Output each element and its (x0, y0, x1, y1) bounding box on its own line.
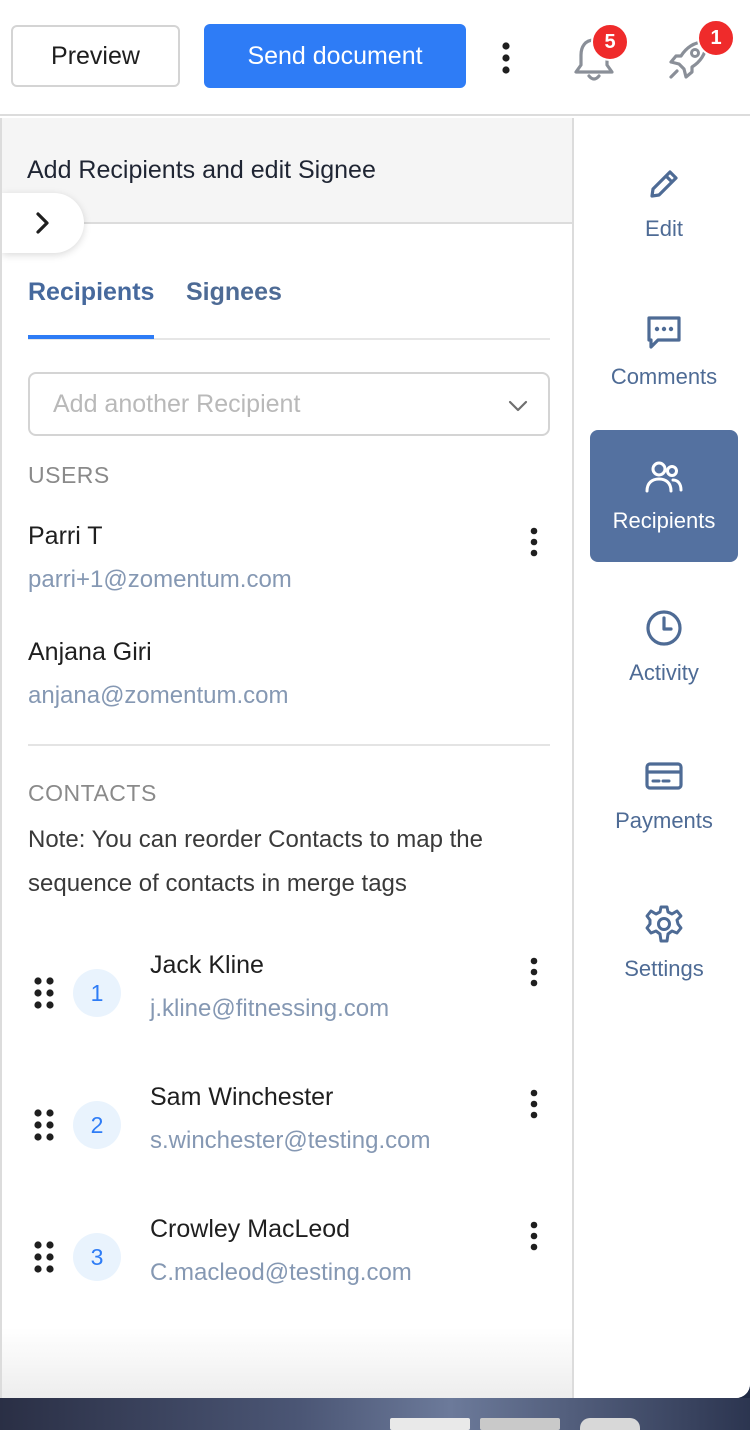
tab-signees[interactable]: Signees (186, 278, 282, 307)
expand-panel-button[interactable] (2, 193, 84, 253)
panel-header: Add Recipients and edit Signee (2, 118, 572, 224)
tab-recipients[interactable]: Recipients (28, 278, 154, 307)
window-thumbnail (390, 1418, 470, 1430)
pencil-icon (650, 170, 678, 198)
user-email: anjana@zomentum.com (28, 682, 289, 709)
chevron-right-icon (36, 212, 49, 234)
contact-name: Crowley MacLeod (150, 1215, 351, 1243)
nav-item-payments[interactable]: Payments (590, 730, 738, 862)
contact-name: Jack Kline (150, 951, 264, 979)
contact-options-icon[interactable] (524, 1087, 544, 1121)
nav-label: Activity (629, 660, 699, 685)
add-recipient-placeholder: Add another Recipient (53, 389, 301, 418)
contact-email: s.winchester@testing.com (150, 1127, 431, 1154)
users-heading: USERS (28, 462, 110, 488)
nav-label: Recipients (612, 508, 716, 533)
recipients-panel: Add Recipients and edit Signee Recipient… (0, 118, 574, 1398)
recipient-tabs: Recipients Signees (28, 278, 550, 340)
more-options-icon[interactable] (491, 38, 521, 78)
nav-item-activity[interactable]: Activity (590, 582, 738, 714)
contact-order-badge: 1 (73, 969, 121, 1017)
chevron-down-icon (508, 400, 528, 412)
active-tab-indicator (28, 335, 154, 339)
nav-item-settings[interactable]: Settings (590, 878, 738, 1010)
section-divider (28, 744, 550, 746)
contact-row[interactable]: 1 Jack Kline j.kline@fitnessing.com (2, 938, 572, 1048)
card-icon (645, 762, 683, 790)
drag-handle-icon[interactable] (32, 1107, 56, 1143)
contact-name: Sam Winchester (150, 1083, 334, 1111)
nav-item-comments[interactable]: Comments (590, 286, 738, 418)
contacts-note: Note: You can reorder Contacts to map th… (28, 826, 483, 897)
drag-handle-icon[interactable] (32, 975, 56, 1011)
user-name: Anjana Giri (28, 638, 152, 666)
preview-button[interactable]: Preview (11, 25, 180, 87)
contact-order-badge: 3 (73, 1233, 121, 1281)
send-document-button[interactable]: Send document (204, 24, 466, 88)
contacts-heading: CONTACTS (28, 780, 157, 806)
nav-item-recipients[interactable]: Recipients (590, 430, 738, 562)
users-icon (645, 461, 683, 493)
updates-count-badge: 1 (697, 19, 735, 57)
contact-email: C.macleod@testing.com (150, 1259, 412, 1286)
notification-count-badge: 5 (591, 23, 629, 61)
side-nav: Edit Comments Recipients Activity Paymen… (576, 118, 750, 1398)
contact-email: j.kline@fitnessing.com (150, 995, 390, 1022)
panel-title: Add Recipients and edit Signee (27, 156, 376, 184)
contact-options-icon[interactable] (524, 1219, 544, 1253)
user-email: parri+1@zomentum.com (28, 566, 292, 593)
contact-order-badge: 2 (73, 1101, 121, 1149)
scroll-fade (2, 1328, 572, 1398)
nav-label: Comments (610, 364, 718, 389)
user-name: Parri T (28, 522, 103, 550)
contact-row[interactable]: 3 Crowley MacLeod C.macleod@testing.com (2, 1202, 572, 1312)
comment-icon (647, 316, 681, 349)
nav-label: Payments (615, 808, 713, 833)
nav-label: Edit (645, 216, 683, 241)
gear-icon (645, 905, 683, 943)
window-thumbnail (480, 1418, 560, 1430)
user-options-icon[interactable] (524, 525, 544, 559)
clock-icon (646, 610, 682, 646)
nav-label: Settings (624, 956, 704, 981)
contact-options-icon[interactable] (524, 955, 544, 989)
nav-item-edit[interactable]: Edit (590, 138, 738, 270)
drag-handle-icon[interactable] (32, 1239, 56, 1275)
top-toolbar: Preview Send document 5 1 (0, 0, 750, 116)
contact-row[interactable]: 2 Sam Winchester s.winchester@testing.co… (2, 1070, 572, 1180)
add-recipient-select[interactable]: Add another Recipient (28, 372, 550, 436)
app-window: Preview Send document 5 1 Add Recipients… (0, 0, 750, 1398)
trash-icon (580, 1418, 640, 1430)
